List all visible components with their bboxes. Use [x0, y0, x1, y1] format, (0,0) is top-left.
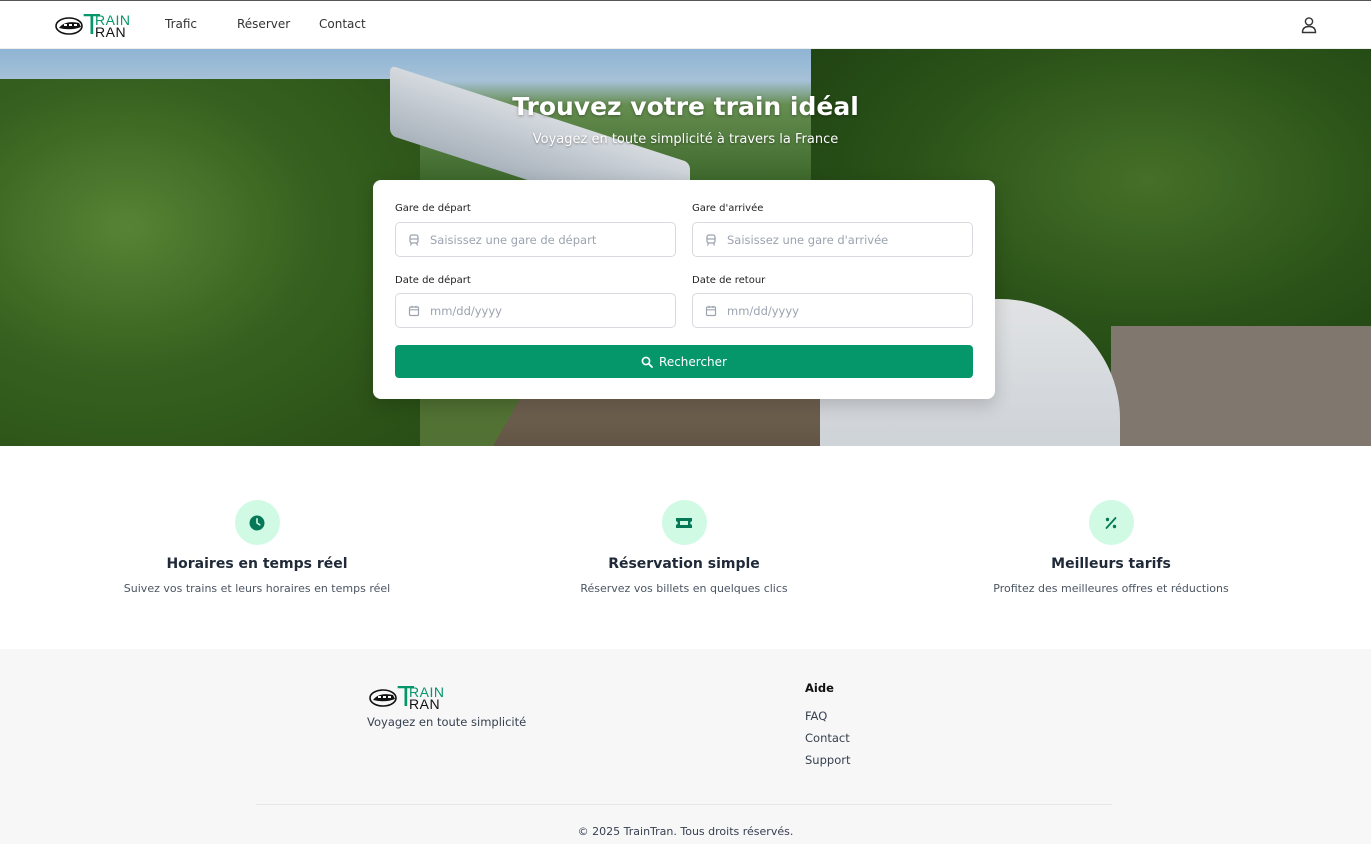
departure-placeholder: Saisissez une gare de départ	[430, 233, 597, 247]
feature-icon-circle	[234, 500, 280, 545]
train-icon	[706, 234, 716, 246]
train-logo-icon	[55, 17, 83, 35]
feature-realtime: Horaires en temps réel Suivez vos trains…	[47, 500, 467, 595]
footer-tagline: Voyagez en toute simplicité	[367, 715, 527, 729]
train-icon	[409, 234, 419, 246]
footer-divider	[256, 804, 1112, 805]
search-card: Gare de départ Saisissez une gare de dép…	[373, 180, 995, 399]
brand-wordmark: T RAIN RAN	[83, 9, 130, 41]
feature-description: Suivez vos trains et leurs horaires en t…	[123, 582, 391, 595]
top-navbar: T RAIN RAN Trafic Réserver Contact	[0, 0, 1371, 49]
return-date-input[interactable]: mm/dd/yyyy	[692, 293, 973, 328]
return-date-placeholder: mm/dd/yyyy	[727, 304, 799, 318]
brand-logo[interactable]: T RAIN RAN	[55, 9, 130, 41]
feature-title: Réservation simple	[608, 556, 760, 572]
footer-link-faq[interactable]: FAQ	[805, 709, 827, 723]
footer: T RAIN RAN Voyagez en toute simplicité A…	[0, 649, 1371, 844]
feature-description: Profitez des meilleures offres et réduct…	[993, 582, 1229, 595]
search-button-label: Rechercher	[659, 354, 727, 369]
train-logo-icon	[369, 689, 397, 707]
calendar-icon	[408, 305, 420, 317]
footer-link-contact[interactable]: Contact	[805, 731, 850, 745]
feature-title: Horaires en temps réel	[166, 556, 348, 572]
footer-link-support[interactable]: Support	[805, 753, 850, 767]
user-icon[interactable]	[1300, 16, 1318, 34]
return-date-label: Date de retour	[692, 275, 766, 286]
feature-icon-circle	[661, 500, 707, 545]
footer-help-heading: Aide	[805, 681, 834, 695]
brand-wordmark: T RAIN RAN	[397, 681, 444, 713]
percent-icon	[1105, 516, 1117, 529]
arrival-input[interactable]: Saisissez une gare d'arrivée	[692, 222, 973, 257]
footer-logo[interactable]: T RAIN RAN	[369, 681, 444, 713]
depart-date-placeholder: mm/dd/yyyy	[430, 304, 502, 318]
arrival-placeholder: Saisissez une gare d'arrivée	[727, 233, 889, 247]
search-icon	[641, 356, 653, 368]
hero-title: Trouvez votre train idéal	[512, 92, 859, 121]
feature-pricing: Meilleurs tarifs Profitez des meilleures…	[901, 500, 1321, 595]
departure-input[interactable]: Saisissez une gare de départ	[395, 222, 676, 257]
calendar-icon	[705, 305, 717, 317]
feature-booking: Réservation simple Réservez vos billets …	[474, 500, 894, 595]
copyright: © 2025 TrainTran. Tous droits réservés.	[577, 825, 794, 838]
depart-date-label: Date de départ	[395, 275, 471, 286]
feature-title: Meilleurs tarifs	[1051, 556, 1171, 572]
brand-word-bottom: RAN	[409, 696, 441, 712]
brand-word-bottom: RAN	[95, 24, 127, 40]
feature-icon-circle	[1088, 500, 1134, 545]
nav-reserver[interactable]: Réserver	[237, 17, 290, 31]
search-button[interactable]: Rechercher	[395, 345, 973, 378]
feature-description: Réservez vos billets en quelques clics	[580, 582, 788, 595]
departure-label: Gare de départ	[395, 203, 471, 214]
depart-date-input[interactable]: mm/dd/yyyy	[395, 293, 676, 328]
nav-trafic[interactable]: Trafic	[165, 17, 197, 31]
nav-contact[interactable]: Contact	[319, 17, 366, 31]
clock-icon	[249, 515, 265, 530]
hero-subtitle: Voyagez en toute simplicité à travers la…	[532, 132, 839, 147]
ticket-icon	[676, 517, 692, 528]
arrival-label: Gare d'arrivée	[692, 203, 764, 214]
